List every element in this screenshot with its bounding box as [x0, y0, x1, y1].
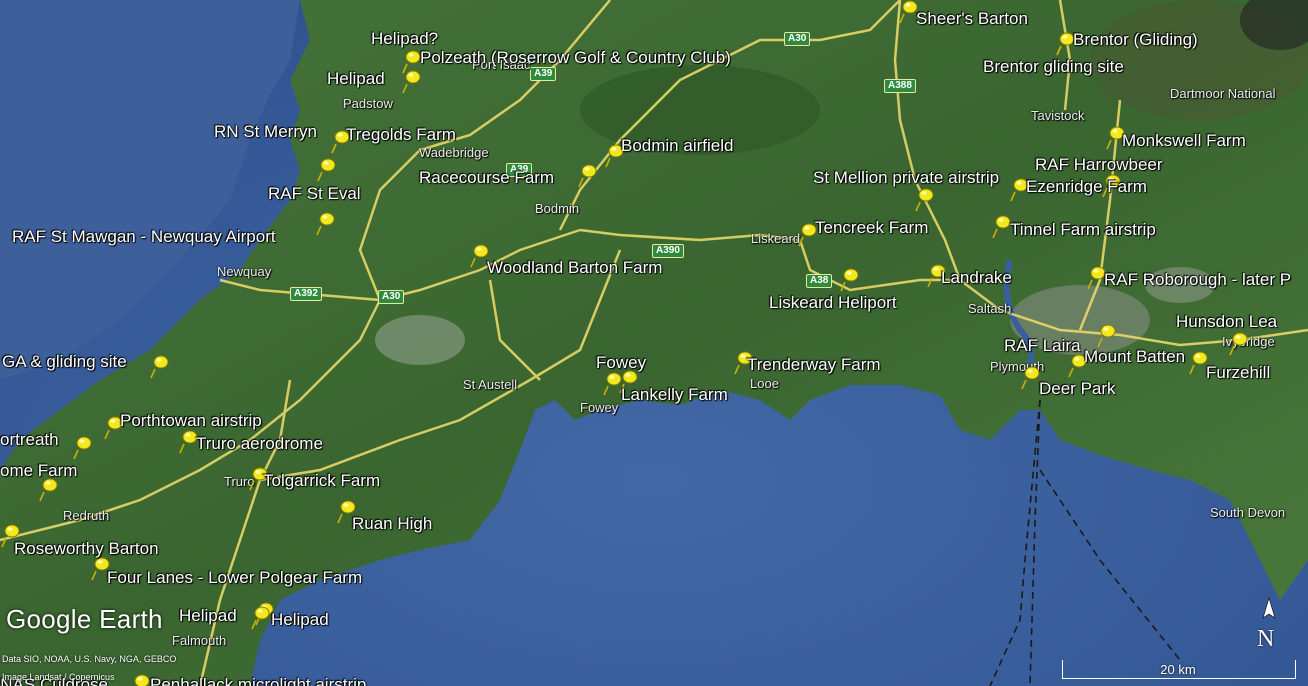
pushpin-icon[interactable]: [316, 156, 338, 182]
town-label: South Devon: [1210, 505, 1286, 520]
scale-label: 20 km: [1160, 662, 1196, 677]
placemark-label[interactable]: Brentor (Gliding): [1073, 31, 1198, 48]
road-badge-a30-west: A30: [378, 290, 405, 304]
pushpin-icon[interactable]: [315, 210, 337, 236]
map-view[interactable]: A30 A39 A388 A390 A38 A392 A30 A39 Port …: [0, 0, 1308, 686]
town-label: Liskeard: [751, 231, 801, 246]
placemark-label[interactable]: Brentor gliding site: [983, 58, 1124, 75]
placemark-label[interactable]: Ruan High: [352, 515, 432, 532]
clay-pits: [375, 315, 465, 365]
placemark-label[interactable]: RN St Merryn: [214, 123, 317, 140]
road-badge-a388: A388: [884, 79, 916, 93]
compass-north-icon[interactable]: N: [1254, 596, 1284, 656]
placemark-label[interactable]: ortreath: [0, 431, 59, 448]
placemark-label[interactable]: GA & gliding site: [2, 353, 127, 370]
road-badge-a392: A392: [290, 287, 322, 301]
pushpin-icon[interactable]: [577, 162, 599, 188]
pushpin-icon[interactable]: [1096, 322, 1118, 348]
placemark-label[interactable]: Liskeard Heliport: [769, 294, 897, 311]
placemark-label[interactable]: Bodmin airfield: [621, 137, 733, 154]
town-label: Padstow: [343, 96, 393, 111]
placemark-label[interactable]: RAF Roborough - later P: [1104, 271, 1291, 288]
placemark-label[interactable]: Penhallack microlight airstrip: [150, 676, 366, 686]
town-label: Bodmin: [535, 201, 580, 216]
placemark-label[interactable]: Four Lanes - Lower Polgear Farm: [107, 569, 362, 586]
road-badge-a39: A39: [530, 67, 557, 81]
placemark-label[interactable]: Ezenridge Farm: [1026, 178, 1147, 195]
placemark-label[interactable]: Polzeath (Roserrow Golf & Country Club): [420, 49, 731, 66]
placemark-label[interactable]: Truro aerodrome: [196, 435, 323, 452]
placemark-label[interactable]: Mount Batten: [1084, 348, 1185, 365]
imagery-credits: Data SIO, NOAA, U.S. Navy, NGA, GEBCO Im…: [2, 650, 176, 686]
placemark-label[interactable]: Tencreek Farm: [815, 219, 928, 236]
scale-bar: 20 km: [1062, 660, 1296, 680]
placemark-label[interactable]: Woodland Barton Farm: [487, 259, 662, 276]
town-label: Falmouth: [172, 633, 227, 648]
placemark-label[interactable]: ome Farm: [0, 462, 77, 479]
placemark-label[interactable]: Landrake: [941, 269, 1012, 286]
pushpin-icon[interactable]: [149, 353, 171, 379]
placemark-label[interactable]: RAF St Eval: [268, 185, 361, 202]
placemark-label[interactable]: Trenderway Farm: [747, 356, 881, 373]
placemark-label[interactable]: Tregolds Farm: [346, 126, 456, 143]
road-badge-a38: A38: [806, 274, 833, 288]
pushpin-icon[interactable]: [72, 434, 94, 460]
pushpin-icon[interactable]: [401, 68, 423, 94]
town-label: Fowey: [580, 400, 619, 415]
placemark-label[interactable]: Porthtowan airstrip: [120, 412, 262, 429]
placemark-label[interactable]: RAF Harrowbeer: [1035, 156, 1163, 173]
placemark-label[interactable]: Helipad?: [371, 30, 438, 47]
town-label: Newquay: [217, 264, 272, 279]
placemark-label[interactable]: Helipad: [271, 611, 329, 628]
town-label: Tavistock: [1031, 108, 1085, 123]
placemark-label[interactable]: Fowey: [596, 354, 646, 371]
town-label: Wadebridge: [419, 145, 489, 160]
town-label: Redruth: [63, 508, 110, 523]
credits-image: Image Landsat / Copernicus: [2, 672, 115, 682]
placemark-label[interactable]: RAF St Mawgan - Newquay Airport: [12, 228, 276, 245]
placemark-label[interactable]: Hunsdon Lea: [1176, 313, 1277, 330]
placemark-label[interactable]: RAF Laira: [1004, 337, 1081, 354]
town-label: Saltash: [968, 301, 1012, 316]
pushpin-icon[interactable]: [839, 266, 861, 292]
placemark-label[interactable]: Tolgarrick Farm: [263, 472, 380, 489]
town-label: Looe: [750, 376, 779, 391]
road-badge-a30: A30: [784, 32, 811, 46]
pushpin-icon[interactable]: [1228, 330, 1250, 356]
compass-label: N: [1257, 626, 1275, 652]
placemark-label[interactable]: Lankelly Farm: [621, 386, 728, 403]
town-label: Dartmoor National: [1170, 86, 1276, 101]
road-badge-a390: A390: [652, 244, 684, 258]
pushpin-icon[interactable]: [914, 186, 936, 212]
pushpin-icon[interactable]: [250, 604, 272, 630]
placemark-label[interactable]: Furzehill: [1206, 364, 1270, 381]
placemark-label[interactable]: Tinnel Farm airstrip: [1010, 221, 1156, 238]
placemark-label[interactable]: St Mellion private airstrip: [813, 169, 999, 186]
placemark-label[interactable]: Racecourse Farm: [419, 169, 554, 186]
placemark-label[interactable]: Helipad: [179, 607, 237, 624]
town-label: St Austell: [463, 377, 518, 392]
placemark-label[interactable]: Roseworthy Barton: [14, 540, 159, 557]
placemark-label[interactable]: Monkswell Farm: [1122, 132, 1246, 149]
google-earth-logo: Google Earth: [6, 604, 163, 634]
placemark-label[interactable]: Deer Park: [1039, 380, 1116, 397]
placemark-label[interactable]: Sheer's Barton: [916, 10, 1028, 27]
placemark-label[interactable]: Helipad: [327, 70, 385, 87]
credits-data: Data SIO, NOAA, U.S. Navy, NGA, GEBCO: [2, 654, 177, 664]
